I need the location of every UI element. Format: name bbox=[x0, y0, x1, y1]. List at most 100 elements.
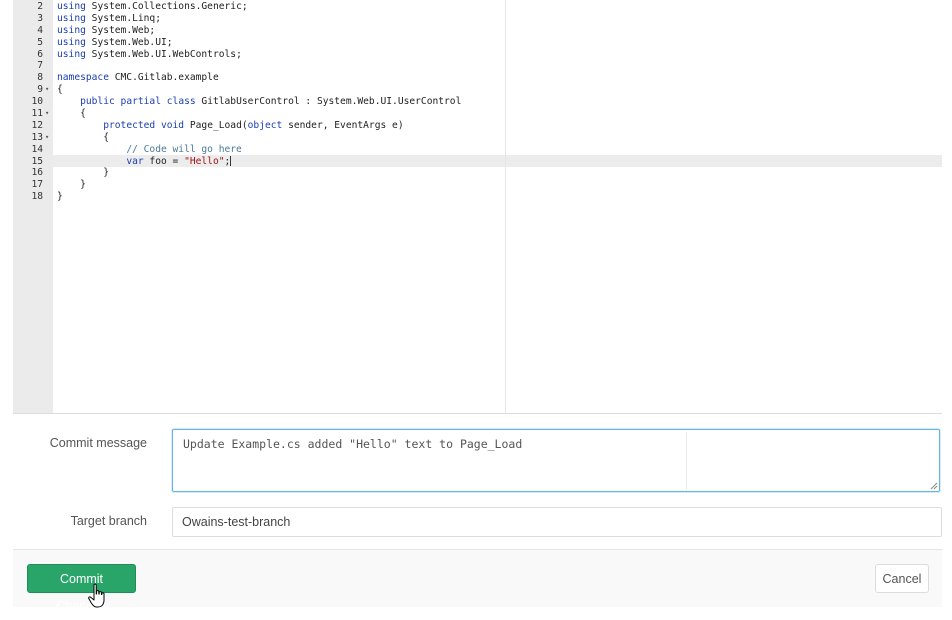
code-token: class bbox=[166, 96, 196, 108]
code-token: protected bbox=[103, 119, 156, 131]
code-line[interactable]: 7 bbox=[13, 60, 942, 72]
code-token: var bbox=[126, 155, 144, 167]
code-token: using bbox=[57, 36, 86, 48]
line-number: 12 bbox=[31, 119, 43, 131]
line-number: 7 bbox=[37, 60, 43, 72]
code-text[interactable]: { bbox=[57, 132, 109, 144]
fold-toggle-icon[interactable]: ▾ bbox=[45, 132, 53, 144]
code-token: System.Linq; bbox=[85, 12, 161, 24]
line-number: 9 bbox=[37, 84, 43, 96]
code-line[interactable]: 9 ▾ { bbox=[13, 84, 942, 96]
code-text[interactable]: var foo = "Hello"; bbox=[57, 155, 232, 168]
code-line[interactable]: 16 } bbox=[13, 167, 942, 179]
line-number: 17 bbox=[31, 179, 43, 191]
code-token: public bbox=[80, 96, 115, 108]
code-text[interactable]: public partial class GitlabUserControl :… bbox=[57, 96, 461, 108]
code-text[interactable]: using System.Linq; bbox=[57, 13, 161, 25]
code-token: CMC.Gitlab.example bbox=[108, 72, 219, 84]
code-text[interactable]: // Code will go here bbox=[57, 144, 242, 156]
code-line[interactable]: 18} bbox=[13, 191, 942, 203]
commit-message-label: Commit message bbox=[49, 436, 147, 450]
cancel-button[interactable]: Cancel bbox=[875, 564, 929, 593]
code-line[interactable]: 4 using System.Web; bbox=[13, 25, 942, 37]
code-text[interactable]: using System.Collections.Generic; bbox=[57, 1, 248, 13]
code-token: // Code will go here bbox=[126, 143, 242, 155]
code-token: object bbox=[247, 119, 283, 131]
code-token: foo = bbox=[143, 155, 185, 167]
commit-changes-button[interactable]: Commit Changes bbox=[27, 564, 136, 613]
code-line[interactable]: 14 // Code will go here bbox=[13, 144, 942, 156]
line-number: 5 bbox=[37, 36, 43, 48]
code-line[interactable]: 2 using System.Collections.Generic; bbox=[13, 1, 942, 13]
code-text[interactable]: using System.Web.UI.WebControls; bbox=[57, 49, 242, 61]
code-text[interactable]: { bbox=[57, 84, 63, 96]
line-number: 13 bbox=[31, 131, 43, 143]
target-branch-input[interactable]: Owains-test-branch bbox=[172, 507, 942, 537]
line-number: 3 bbox=[37, 12, 43, 24]
code-token: { bbox=[57, 131, 109, 143]
code-text[interactable]: protected void Page_Load(object sender, … bbox=[57, 119, 404, 132]
line-number: 18 bbox=[31, 191, 43, 203]
commit-message-text[interactable]: Update Example.cs added "Hello" text to … bbox=[183, 437, 522, 451]
code-line[interactable]: 10 public partial class GitlabUserContro… bbox=[13, 96, 942, 108]
code-token: Page_Load( bbox=[184, 119, 248, 131]
code-token: sender, EventArgs e) bbox=[282, 119, 404, 131]
code-text[interactable]: } bbox=[57, 167, 109, 179]
textarea-divider bbox=[686, 432, 687, 490]
code-line[interactable]: 12 protected void Page_Load(object sende… bbox=[13, 120, 942, 132]
target-branch-value[interactable]: Owains-test-branch bbox=[182, 515, 290, 529]
target-branch-label: Target branch bbox=[70, 514, 147, 528]
code-token: partial bbox=[120, 96, 161, 108]
code-text[interactable]: } bbox=[57, 191, 63, 203]
code-text[interactable]: namespace CMC.Gitlab.example bbox=[57, 72, 219, 84]
line-number: 11 bbox=[31, 108, 43, 120]
code-token: using bbox=[57, 12, 86, 24]
code-token: { bbox=[57, 108, 86, 120]
code-line[interactable]: 13 ▾ { bbox=[13, 132, 942, 144]
code-text[interactable]: using System.Web.UI; bbox=[57, 37, 173, 49]
code-token: } bbox=[57, 167, 109, 179]
code-token: "Hello" bbox=[184, 155, 225, 167]
resize-grip-icon[interactable] bbox=[930, 482, 938, 490]
code-token: void bbox=[160, 119, 185, 131]
fold-toggle-icon[interactable]: ▾ bbox=[45, 108, 53, 120]
line-number: 10 bbox=[31, 96, 43, 108]
code-token: { bbox=[57, 84, 63, 96]
line-number: 15 bbox=[31, 155, 43, 167]
code-line[interactable]: 6 using System.Web.UI.WebControls; bbox=[13, 49, 942, 61]
code-token: using bbox=[57, 24, 86, 36]
code-lines[interactable]: 2 using System.Collections.Generic; 3 using… bbox=[13, 1, 942, 203]
text-cursor bbox=[230, 155, 232, 166]
code-token: System.Collections.Generic; bbox=[85, 1, 248, 12]
commit-message-textarea[interactable]: Update Example.cs added "Hello" text to … bbox=[172, 429, 940, 492]
code-text[interactable]: { bbox=[57, 108, 86, 120]
code-token: } bbox=[57, 179, 86, 191]
line-number: 14 bbox=[31, 143, 43, 155]
line-number: 4 bbox=[37, 24, 43, 36]
code-token: using bbox=[57, 1, 86, 12]
code-line[interactable]: 5 using System.Web.UI; bbox=[13, 37, 942, 49]
hand-pointer-cursor-icon bbox=[88, 583, 105, 608]
code-text[interactable]: using System.Web; bbox=[57, 25, 155, 37]
code-editor[interactable]: 2 using System.Collections.Generic; 3 using… bbox=[13, 0, 942, 414]
code-token: using bbox=[57, 48, 86, 60]
code-token: } bbox=[57, 191, 63, 203]
line-number: 6 bbox=[37, 48, 43, 60]
code-token: System.Web.UI; bbox=[85, 36, 173, 48]
code-line[interactable]: 17 } bbox=[13, 179, 942, 191]
code-token: System.Web.UI.WebControls; bbox=[85, 48, 242, 60]
code-token: namespace bbox=[57, 72, 109, 84]
code-text[interactable]: } bbox=[57, 179, 86, 191]
form-actions-bar bbox=[13, 549, 942, 607]
fold-toggle-icon[interactable]: ▾ bbox=[45, 84, 53, 96]
code-line[interactable]: 8 namespace CMC.Gitlab.example bbox=[13, 72, 942, 84]
code-line[interactable]: 3 using System.Linq; bbox=[13, 13, 942, 25]
code-line[interactable]: 11 ▾ { bbox=[13, 108, 942, 120]
line-number: 2 bbox=[37, 1, 43, 12]
code-line[interactable]: 15 var foo = "Hello"; bbox=[13, 155, 942, 168]
line-number: 8 bbox=[37, 72, 43, 84]
